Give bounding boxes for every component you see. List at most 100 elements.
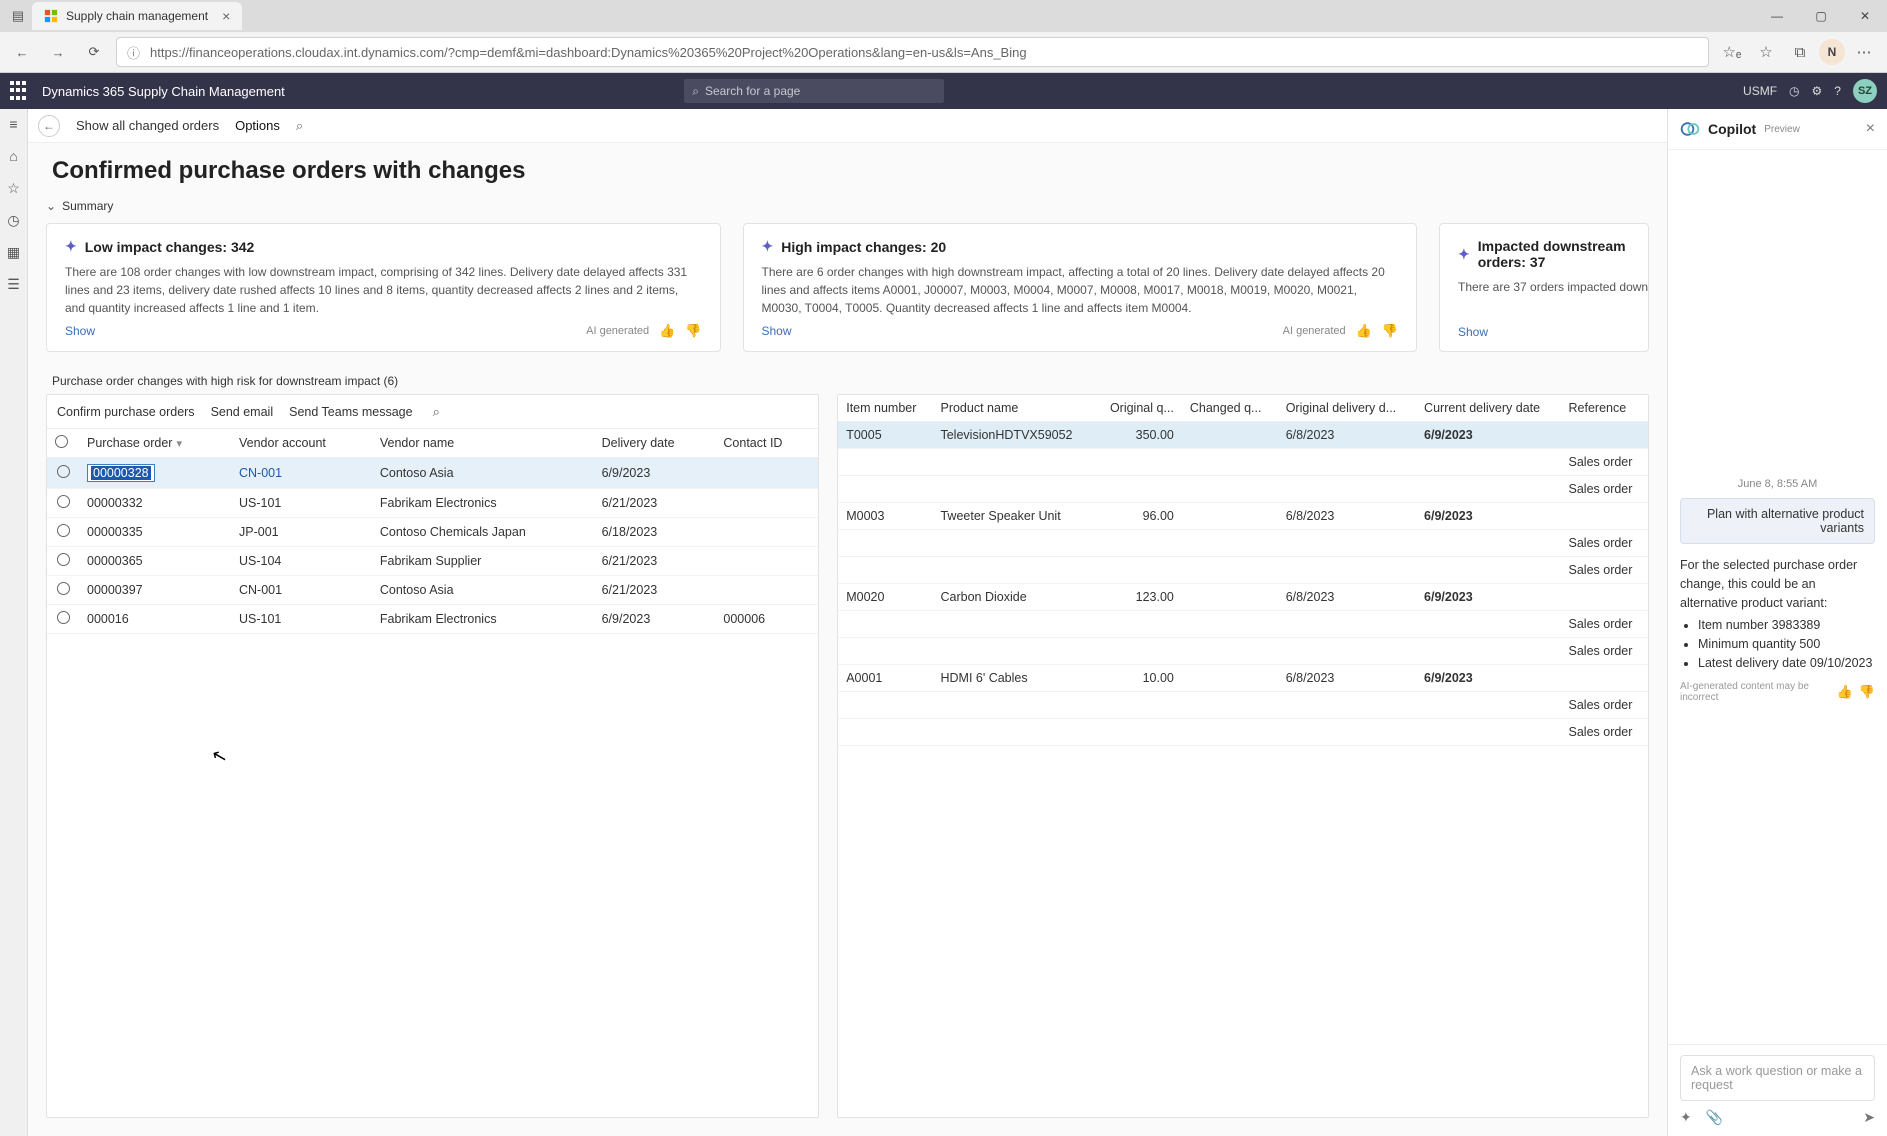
table-row[interactable]: Sales order [838,476,1648,503]
collections-icon[interactable]: ⧉ [1785,37,1815,67]
col-delivery-date[interactable]: Delivery date [594,429,716,458]
cell-po[interactable]: 000016 [79,605,231,634]
col-original-delivery[interactable]: Original delivery d... [1278,395,1416,422]
col-current-delivery[interactable]: Current delivery date [1416,395,1560,422]
col-purchase-order[interactable]: Purchase order▾ [79,429,231,458]
row-radio[interactable] [57,582,70,595]
table-row[interactable]: Sales order [838,449,1648,476]
cell-item[interactable] [838,611,932,638]
cell-item[interactable] [838,530,932,557]
send-teams-button[interactable]: Send Teams message [289,405,412,419]
forward-icon[interactable]: → [44,38,72,66]
settings-icon[interactable]: ⚙ [1812,84,1823,98]
close-tab-icon[interactable]: × [222,8,230,24]
col-contact-id[interactable]: Contact ID [715,429,818,458]
filter-icon[interactable]: ▾ [176,438,182,450]
cell-ref[interactable]: Sales order [1561,557,1649,584]
cell-item[interactable]: T0005 [838,422,932,449]
send-icon[interactable]: ➤ [1863,1109,1875,1126]
col-vendor-account[interactable]: Vendor account [231,429,372,458]
row-radio[interactable] [57,465,70,478]
table-row[interactable]: 000016 US-101 Fabrikam Electronics 6/9/2… [47,605,818,634]
send-email-button[interactable]: Send email [211,405,274,419]
action-search-icon[interactable]: ⌕ [296,118,303,134]
cell-po[interactable]: 00000397 [79,576,231,605]
row-radio[interactable] [57,553,70,566]
cell-vendor-account[interactable]: US-101 [231,605,372,634]
help-icon[interactable]: ? [1834,84,1841,98]
cell-ref[interactable] [1561,503,1649,530]
profile-avatar[interactable]: N [1819,39,1845,65]
nav-hamburger-icon[interactable]: ≡ [5,115,23,133]
table-row[interactable]: 00000335 JP-001 Contoso Chemicals Japan … [47,518,818,547]
row-radio[interactable] [57,611,70,624]
cell-ref[interactable]: Sales order [1561,719,1649,746]
app-launcher-icon[interactable] [10,81,30,101]
cell-item[interactable] [838,638,932,665]
sparkle-icon[interactable]: ✦ [1680,1109,1692,1126]
refresh-icon[interactable]: ⟳ [80,38,108,66]
site-info-icon[interactable]: ⓘ [127,43,140,62]
table-row[interactable]: M0003 Tweeter Speaker Unit 96.00 6/8/202… [838,503,1648,530]
table-row[interactable]: Sales order [838,611,1648,638]
cell-po[interactable]: 00000328 [79,458,231,489]
cell-vendor-account[interactable]: CN-001 [231,458,372,489]
cell-po[interactable]: 00000335 [79,518,231,547]
global-search[interactable]: ⌕ Search for a page [684,79,944,103]
cell-ref[interactable] [1561,422,1649,449]
table-row[interactable]: Sales order [838,719,1648,746]
cell-ref[interactable] [1561,665,1649,692]
table-row[interactable]: Sales order [838,530,1648,557]
copilot-user-chip[interactable]: Plan with alternative product variants [1680,498,1875,544]
cell-item[interactable] [838,476,932,503]
copilot-input[interactable]: Ask a work question or make a request [1680,1055,1875,1101]
cell-item[interactable] [838,692,932,719]
confirm-po-button[interactable]: Confirm purchase orders [57,405,195,419]
table-row[interactable]: Sales order [838,557,1648,584]
company-picker[interactable]: USMF [1743,84,1777,98]
user-avatar[interactable]: SZ [1853,79,1877,103]
cell-ref[interactable]: Sales order [1561,692,1649,719]
po-edit-input[interactable]: 00000328 [87,464,155,482]
cell-vendor-account[interactable]: CN-001 [231,576,372,605]
cell-vendor-account[interactable]: JP-001 [231,518,372,547]
col-reference[interactable]: Reference [1561,395,1649,422]
cell-ref[interactable]: Sales order [1561,638,1649,665]
reading-list-icon[interactable]: ☆ₑ [1717,37,1747,67]
card-show-link[interactable]: Show [1458,325,1488,339]
col-product-name[interactable]: Product name [932,395,1094,422]
action-options[interactable]: Options [235,118,280,133]
cell-vendor-account[interactable]: US-101 [231,489,372,518]
action-show-all[interactable]: Show all changed orders [76,118,219,133]
cell-item[interactable] [838,449,932,476]
card-show-link[interactable]: Show [65,324,95,338]
cell-ref[interactable]: Sales order [1561,611,1649,638]
thumbs-down-icon[interactable]: 👎 [1859,684,1875,700]
window-maximize-icon[interactable]: ▢ [1799,0,1843,32]
thumbs-down-icon[interactable]: 👎 [1382,323,1398,339]
card-show-link[interactable]: Show [762,324,792,338]
address-bar[interactable]: ⓘ https://financeoperations.cloudax.int.… [116,37,1709,67]
cell-vendor-account[interactable]: US-104 [231,547,372,576]
tab-strip-icon[interactable]: ▤ [8,1,28,31]
notifications-icon[interactable]: ◷ [1789,84,1799,98]
thumbs-up-icon[interactable]: 👍 [1837,684,1853,700]
cell-ref[interactable] [1561,584,1649,611]
col-original-qty[interactable]: Original q... [1094,395,1181,422]
cell-item[interactable]: A0001 [838,665,932,692]
window-minimize-icon[interactable]: — [1755,0,1799,32]
cell-item[interactable] [838,719,932,746]
col-changed-qty[interactable]: Changed q... [1182,395,1278,422]
grid-search-icon[interactable]: ⌕ [433,404,440,420]
table-row[interactable]: Sales order [838,638,1648,665]
cell-ref[interactable]: Sales order [1561,476,1649,503]
nav-workspace-icon[interactable]: ▦ [5,243,23,261]
thumbs-up-icon[interactable]: 👍 [659,323,675,339]
select-all-radio[interactable] [55,435,68,448]
cell-item[interactable]: M0003 [838,503,932,530]
back-icon[interactable]: ← [8,38,36,66]
table-row[interactable]: Sales order [838,692,1648,719]
table-row[interactable]: 00000332 US-101 Fabrikam Electronics 6/2… [47,489,818,518]
cell-item[interactable] [838,557,932,584]
table-row[interactable]: A0001 HDMI 6' Cables 10.00 6/8/2023 6/9/… [838,665,1648,692]
